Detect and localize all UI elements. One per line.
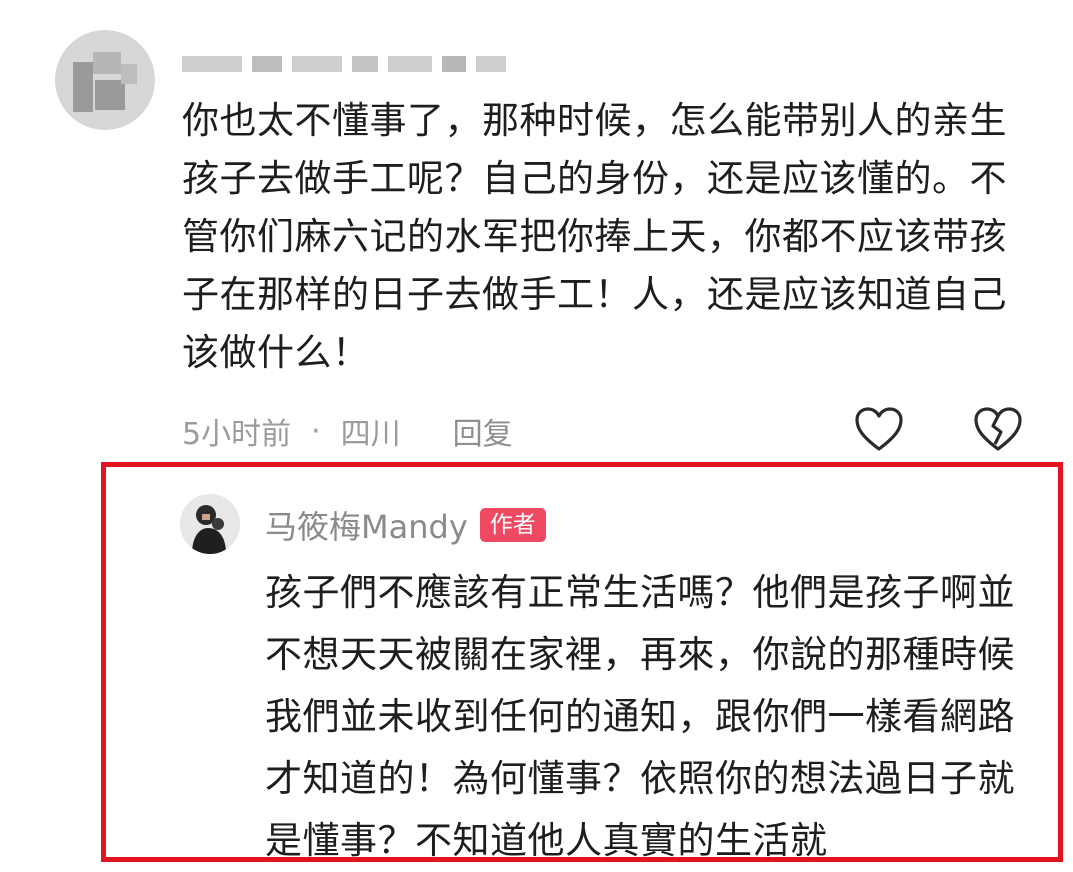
heart-outline-icon[interactable]	[853, 404, 905, 456]
reply-author-name[interactable]: 马筱梅Mandy	[265, 502, 468, 548]
reply-author-avatar[interactable]	[180, 494, 240, 554]
reply-header: 马筱梅Mandy 作者	[265, 503, 546, 547]
commenter-avatar[interactable]	[55, 30, 155, 130]
person-photo-icon	[180, 494, 240, 554]
comment-text: 你也太不懂事了，那种时候，怎么能带别人的亲生孩子去做手工呢？自己的身份，还是应该…	[182, 99, 1007, 374]
author-badge: 作者	[479, 508, 546, 542]
reply-button[interactable]: 回复	[453, 409, 513, 453]
comment-meta: 5小时前 · 四川 回复	[182, 408, 513, 454]
comment-time: 5小时前	[182, 417, 292, 452]
broken-heart-icon[interactable]	[972, 404, 1024, 456]
comment: 你也太不懂事了，那种时候，怎么能带别人的亲生孩子去做手工呢？自己的身份，还是应该…	[0, 0, 1073, 460]
meta-separator: ·	[311, 413, 321, 449]
comment-location: 四川	[340, 417, 401, 452]
commenter-name-blurred	[182, 52, 506, 76]
reply-text: 孩子們不應該有正常生活嗎？他們是孩子啊並不想天天被關在家裡，再來，你說的那種時候…	[265, 571, 1015, 862]
